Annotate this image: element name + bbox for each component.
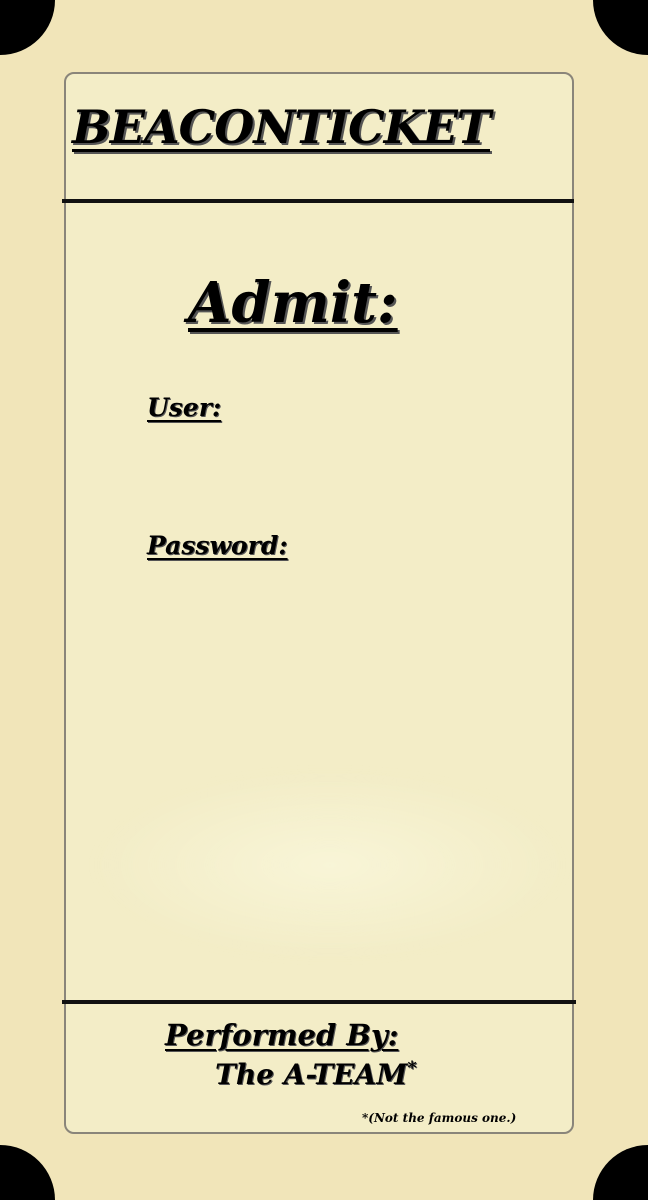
corner-notch-top-left — [0, 0, 55, 55]
admit-heading: Admit: — [188, 270, 398, 336]
footnote: *(Not the famous one.) — [362, 1111, 517, 1125]
footer-divider — [62, 1000, 576, 1004]
user-label: User: — [147, 393, 222, 422]
erased-area — [90, 770, 570, 960]
brand-title: BEACONTICKET — [72, 100, 491, 154]
ticket: BEACONTICKET Admit: User: Password: Perf… — [0, 0, 648, 1200]
performer-name: The A-TEAM* — [215, 1058, 417, 1091]
corner-notch-bottom-left — [0, 1145, 55, 1200]
corner-notch-top-right — [593, 0, 648, 55]
performed-by-label: Performed By: — [165, 1018, 399, 1052]
performer-text: The A-TEAM — [215, 1058, 408, 1091]
performer-footnote-mark: * — [407, 1057, 417, 1079]
header-divider — [62, 199, 574, 203]
password-label: Password: — [147, 531, 288, 560]
corner-notch-bottom-right — [593, 1145, 648, 1200]
ticket-inner-panel — [64, 72, 574, 1134]
